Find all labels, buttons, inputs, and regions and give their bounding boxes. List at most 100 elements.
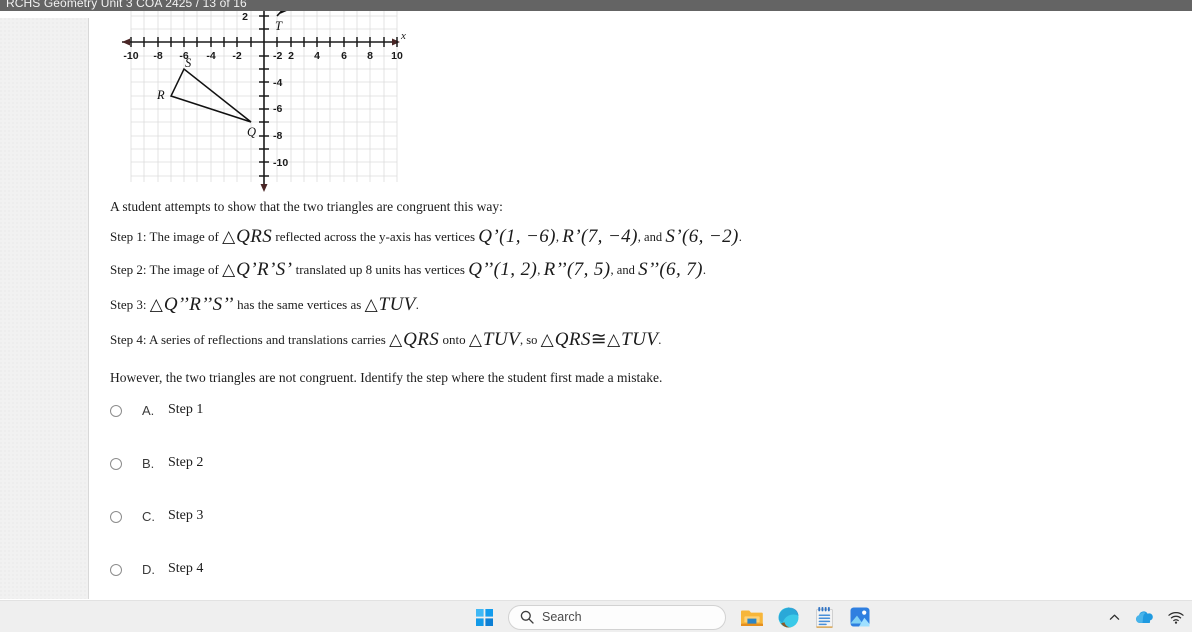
windows-logo-icon xyxy=(475,608,493,626)
y-tick-label: -2 xyxy=(273,50,282,62)
triangle-tuv-partial xyxy=(276,11,287,17)
step-1-math-q-prime: Q’(1, −6) xyxy=(478,226,556,247)
option-letter-a: A. xyxy=(142,403,155,418)
step-4-text-b: onto xyxy=(442,332,466,347)
notepad-icon xyxy=(815,606,833,628)
x-tick-label: -8 xyxy=(153,50,162,62)
step-3-label: Step 3: xyxy=(110,297,147,312)
triangle-symbol-icon: △ xyxy=(389,330,403,349)
network-button[interactable] xyxy=(1168,611,1184,624)
cloud-icon xyxy=(1136,610,1153,623)
radio-button-c[interactable] xyxy=(110,511,122,523)
question-intro: A student attempts to show that the two … xyxy=(110,199,503,214)
onedrive-button[interactable] xyxy=(1135,610,1154,624)
left-margin-rail xyxy=(0,18,89,599)
step-1-label: Step 1: xyxy=(110,229,147,244)
step-3-math-tuv: TUV xyxy=(378,294,416,315)
x-axis-arrow xyxy=(392,38,400,46)
answer-option-b[interactable]: B. Step 2 xyxy=(110,455,510,477)
triangle-symbol-icon: △ xyxy=(222,227,236,246)
step-3-math-qrs-dprime: Q’’R’’S’’ xyxy=(163,294,234,315)
x-axis-arrow-left xyxy=(122,38,130,46)
y-tick-label: -10 xyxy=(273,157,288,169)
step-4-line: Step 4: A series of reflections and tran… xyxy=(110,330,1110,350)
radio-button-d[interactable] xyxy=(110,564,122,576)
step-2-comma-1: , xyxy=(537,263,541,277)
wifi-icon xyxy=(1168,611,1184,624)
screen: RCHS Geometry Unit 3 COA 2425 / 13 of 16 xyxy=(0,0,1192,632)
step-2-text-b: translated up 8 units has vertices xyxy=(295,262,465,277)
step-1-and: , and xyxy=(637,230,663,244)
chevron-up-icon xyxy=(1109,614,1120,620)
y-tick-label: -4 xyxy=(273,77,282,89)
answer-option-d[interactable]: D. Step 4 xyxy=(110,561,510,583)
triangle-symbol-icon: △ xyxy=(364,295,378,314)
step-4-label: Step 4: xyxy=(110,332,147,347)
congruent-symbol-icon: ≅ xyxy=(590,329,608,350)
step-2-math-q-dprime: Q’’(1, 2) xyxy=(468,259,538,280)
x-axis-label: x xyxy=(400,30,406,42)
photos-button[interactable] xyxy=(842,601,878,632)
file-explorer-button[interactable] xyxy=(734,601,770,632)
step-4-period: . xyxy=(658,333,662,347)
x-tick-label: -2 xyxy=(232,50,241,62)
window-title: RCHS Geometry Unit 3 COA 2425 / 13 of 16 xyxy=(6,0,247,10)
x-tick-label: 8 xyxy=(367,50,373,62)
start-button[interactable] xyxy=(466,601,502,632)
triangle-symbol-icon: △ xyxy=(468,330,482,349)
search-box[interactable]: Search xyxy=(508,604,726,630)
x-tick-label: -4 xyxy=(206,50,215,62)
triangle-symbol-icon: △ xyxy=(540,330,554,349)
taskbar-system-tray xyxy=(1108,601,1184,632)
vertex-label-s: S xyxy=(185,56,192,70)
step-2-line: Step 2: The image of △Q’R’S’ translated … xyxy=(110,260,1110,280)
step-3-period: . xyxy=(415,298,419,312)
photos-icon xyxy=(850,607,870,627)
y-tick-label: -6 xyxy=(273,103,282,115)
x-tick-label: 2 xyxy=(288,50,294,62)
show-hidden-icons-button[interactable] xyxy=(1108,611,1121,624)
notepad-button[interactable] xyxy=(806,601,842,632)
step-2-math-qrs-prime: Q’R’S’ xyxy=(236,259,293,280)
window-title-bar: RCHS Geometry Unit 3 COA 2425 / 13 of 16 xyxy=(0,0,1192,11)
page-body: -10 -8 -6 -4 -2 2 4 6 8 10 2 -2 -4 -6 -8… xyxy=(0,11,1192,599)
step-4-text-a: A series of reflections and translations… xyxy=(149,332,386,347)
step-2-text-a: The image of xyxy=(149,262,219,277)
folder-icon xyxy=(741,610,763,626)
radio-button-b[interactable] xyxy=(110,458,122,470)
step-2-and: , and xyxy=(610,263,635,277)
y-tick-label: 2 xyxy=(242,11,248,23)
microsoft-edge-button[interactable] xyxy=(770,601,806,632)
radio-button-a[interactable] xyxy=(110,405,122,417)
step-4-math-qrs: QRS xyxy=(403,329,440,350)
step-2-period: . xyxy=(702,263,707,277)
y-tick-label: -8 xyxy=(273,130,282,142)
answer-option-c[interactable]: C. Step 3 xyxy=(110,508,510,530)
step-3-text-a: has the same vertices as xyxy=(237,297,362,312)
question-closing: However, the two triangles are not congr… xyxy=(110,370,663,385)
step-1-math-r-prime: R’(7, −4) xyxy=(562,226,638,247)
vertex-label-q: Q xyxy=(247,125,256,139)
option-letter-b: B. xyxy=(142,456,155,471)
search-placeholder: Search xyxy=(542,610,582,624)
step-1-text-a: The image of xyxy=(149,229,219,244)
step-4-math-tuv: TUV xyxy=(482,329,521,350)
edge-icon xyxy=(778,606,799,627)
search-icon xyxy=(520,610,534,624)
answer-option-a[interactable]: A. Step 1 xyxy=(110,402,510,424)
x-tick-label: 4 xyxy=(314,50,320,62)
y-axis-arrow xyxy=(260,184,268,192)
step-2-label: Step 2: xyxy=(110,262,147,277)
step-1-period: . xyxy=(738,230,742,244)
vertex-label-r: R xyxy=(156,88,165,102)
option-text-c: Step 3 xyxy=(168,508,204,523)
triangle-symbol-icon: △ xyxy=(149,295,163,314)
step-1-math-s-prime: S’(6, −2) xyxy=(665,226,739,247)
step-4-so: , so xyxy=(520,333,538,347)
option-text-d: Step 4 xyxy=(168,561,204,576)
option-text-b: Step 2 xyxy=(168,455,204,470)
step-1-line: Step 1: The image of △QRS reflected acro… xyxy=(110,227,1110,247)
taskbar-center-group: Search xyxy=(466,601,878,632)
option-letter-c: C. xyxy=(142,509,155,524)
step-2-math-s-dprime: S’’(6, 7) xyxy=(638,259,703,280)
